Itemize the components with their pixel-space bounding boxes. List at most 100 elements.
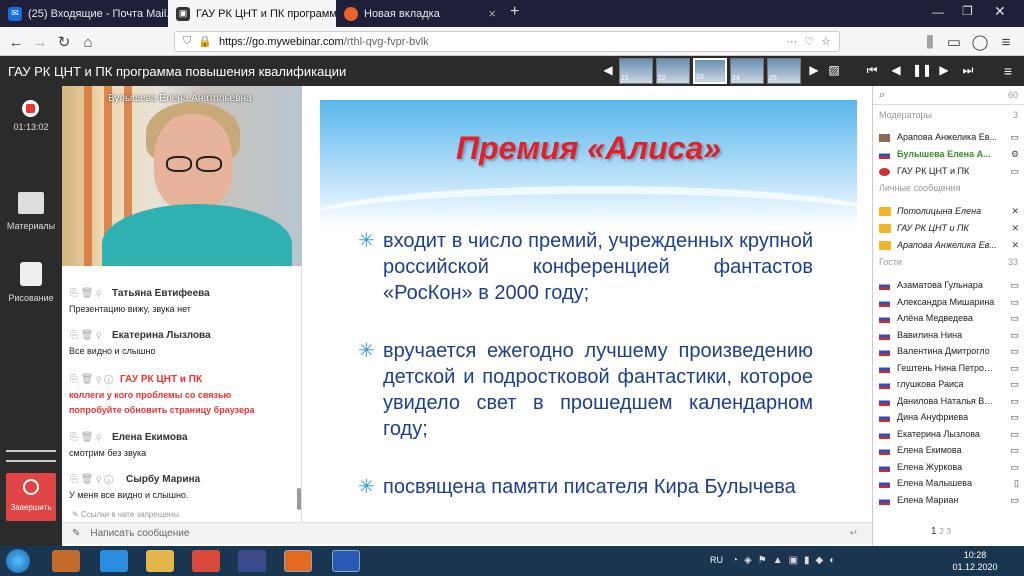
window-close-button[interactable]: ✕ (994, 3, 1006, 20)
slide-thumb[interactable]: 24 (730, 58, 764, 84)
tray-icons[interactable]: ◔◈⚑▲▣▮◆◐ (732, 555, 841, 566)
slide-thumb[interactable]: 22 (656, 58, 690, 84)
paint-roller-icon[interactable] (20, 262, 42, 286)
guest-pagination[interactable]: 1 2 3 (931, 526, 951, 537)
envelope-icon (879, 207, 891, 216)
app-icon[interactable] (238, 550, 266, 572)
tab-mail[interactable]: ✉ (25) Входящие - Почта Mail.ru × (0, 0, 168, 27)
pm-item[interactable]: ГАУ РК ЦНТ и ПК ✕ (873, 221, 1024, 237)
slide-thumb-active[interactable]: 23 (693, 58, 727, 84)
first-slide-icon[interactable]: ⏮ (864, 63, 880, 78)
firefox-icon (344, 6, 358, 21)
volume-slider[interactable] (6, 450, 56, 452)
moderator-item[interactable]: Булышева Елена А... ⚙ (873, 147, 1024, 163)
slide-thumb[interactable]: 25 (767, 58, 801, 84)
chat-input[interactable]: ✎ Написать сообщение ↵ (62, 522, 872, 544)
guest-item[interactable]: глушкова Раиса ▭ (873, 377, 1024, 393)
guest-item[interactable]: Дина Ануфриева ▭ (873, 410, 1024, 426)
guest-item[interactable]: Гештень Нина Петровна ▭ (873, 361, 1024, 377)
tab-new[interactable]: Новая вкладка × (336, 0, 504, 27)
image-icon[interactable]: ▨ (826, 63, 842, 77)
stop-icon (23, 479, 39, 495)
guest-item[interactable]: Елена Екимова ▭ (873, 443, 1024, 459)
media-player-icon[interactable] (52, 550, 80, 572)
guest-item[interactable]: Азаматова Гульнара ▭ (873, 278, 1024, 294)
message-actions-icon[interactable]: ⎘ 🗑 ⚲ (70, 432, 101, 443)
home-icon[interactable]: ⌂ (78, 32, 98, 52)
screen-icon: ▭ (1010, 461, 1019, 472)
guest-item[interactable]: Валентина Дмитрогло ▭ (873, 344, 1024, 360)
close-icon[interactable]: × (488, 6, 496, 21)
last-slide-icon[interactable]: ⏭ (960, 63, 976, 78)
russia-flag-icon (879, 348, 890, 356)
pocket-icon[interactable]: ♡ (804, 35, 814, 48)
screen-icon: ▭ (1010, 412, 1019, 422)
record-icon[interactable] (22, 100, 39, 117)
screen-icon: ▭ (1010, 296, 1019, 307)
url-text: https://go.mywebinar.com/rthl-qvg-fvpr-b… (218, 35, 429, 48)
taskbar-clock[interactable]: 10:28 01.12.2020 (950, 549, 1000, 573)
mail-icon: ✉ (8, 6, 22, 21)
menu-icon[interactable]: ≡ (996, 32, 1016, 52)
explorer-icon[interactable] (146, 550, 174, 572)
message-actions-icon[interactable]: ⎘ 🗑 ⚲ (70, 288, 101, 299)
firefox-taskbar-icon[interactable] (284, 550, 312, 572)
url-bar[interactable]: ⛉ 🔒 https://go.mywebinar.com/rthl-qvg-fv… (174, 31, 840, 52)
guest-item[interactable]: Данилова Наталья Вас... ▭ (873, 394, 1024, 410)
chat-scrollbar[interactable] (297, 488, 301, 510)
word-icon[interactable] (332, 550, 360, 572)
message-actions-icon[interactable]: ⎘ 🗑 ⚲ (70, 330, 101, 341)
library-icon[interactable]: ⫼ (920, 32, 940, 52)
minimize-button[interactable]: — (932, 5, 944, 19)
stop-webinar-button[interactable]: Завершить (6, 473, 56, 521)
guest-item[interactable]: Елена Журкова ▭ (873, 460, 1024, 476)
moderator-item[interactable]: ГАУ РК ЦНТ и ПК ▭ (873, 164, 1024, 180)
new-tab-button[interactable]: + (510, 3, 519, 21)
screen-icon: ▭ (1010, 395, 1019, 406)
russia-flag-icon (879, 282, 890, 290)
start-button[interactable] (6, 549, 30, 573)
star-bullet-icon: ✳ (358, 230, 375, 252)
language-indicator[interactable]: RU (710, 555, 723, 565)
message-actions-icon[interactable]: ⎘ 🗑 ⚲ ⓘ (70, 474, 113, 485)
pm-item[interactable]: Потолицына Елена ✕ (873, 204, 1024, 220)
moderator-item[interactable]: Арапова Анжелика Ев... ▭ (873, 130, 1024, 146)
screen-icon: ▭ (1010, 428, 1019, 439)
next-slide-icon[interactable]: ▶ (936, 63, 952, 77)
materials-label[interactable]: Материалы (0, 221, 62, 231)
hamburger-icon[interactable]: ≡ (1000, 63, 1016, 79)
guest-item[interactable]: Александра Мишарина ▭ (873, 295, 1024, 311)
send-icon[interactable]: ↵ (850, 528, 858, 539)
message-actions-icon[interactable]: ⎘ 🗑 ⚲ ⓘ (70, 374, 113, 385)
maximize-button[interactable]: ❐ (962, 4, 973, 18)
guest-item[interactable]: Вавилина Нина ▭ (873, 328, 1024, 344)
chrome-icon[interactable] (192, 550, 220, 572)
guest-item[interactable]: Екатерина Лызлова ▭ (873, 427, 1024, 443)
guest-item[interactable]: Алёна Медведева ▭ (873, 311, 1024, 327)
prev-slide-icon[interactable]: ◀ (888, 63, 904, 77)
pm-item[interactable]: Арапова Анжелика Ев... ✕ (873, 238, 1024, 254)
ie-icon[interactable] (100, 550, 128, 572)
guest-item[interactable]: Елена Мариан ▭ (873, 493, 1024, 509)
screen-icon: ▭ (1010, 313, 1019, 323)
more-icon[interactable]: ··· (786, 36, 797, 48)
search-icon[interactable]: ⌕ (879, 89, 885, 102)
drawing-label[interactable]: Рисование (0, 293, 62, 303)
thumbs-next-icon[interactable]: ▶ (806, 63, 822, 77)
thumbs-prev-icon[interactable]: ◀ (600, 63, 616, 77)
screen-icon: ▭ (1010, 445, 1019, 455)
sidebar-icon[interactable]: ▭ (944, 32, 964, 52)
account-icon[interactable]: ◯ (970, 32, 990, 52)
bookmark-star-icon[interactable]: ☆ (821, 35, 831, 48)
materials-icon[interactable] (18, 192, 44, 214)
mic-slider[interactable] (6, 460, 56, 462)
tab-webinar[interactable]: ▣ ГАУ РК ЦНТ и ПК программа × (168, 0, 336, 27)
guest-item[interactable]: Елена Малышева ▯ (873, 476, 1024, 492)
slide-thumb[interactable]: 21 (619, 58, 653, 84)
reload-icon[interactable]: ↻ (54, 32, 74, 52)
back-icon[interactable]: ← (6, 32, 26, 52)
russia-flag-icon (879, 315, 890, 323)
forward-icon[interactable]: → (30, 32, 50, 52)
envelope-icon (879, 241, 891, 250)
pause-icon[interactable]: ❚❚ (912, 63, 932, 77)
